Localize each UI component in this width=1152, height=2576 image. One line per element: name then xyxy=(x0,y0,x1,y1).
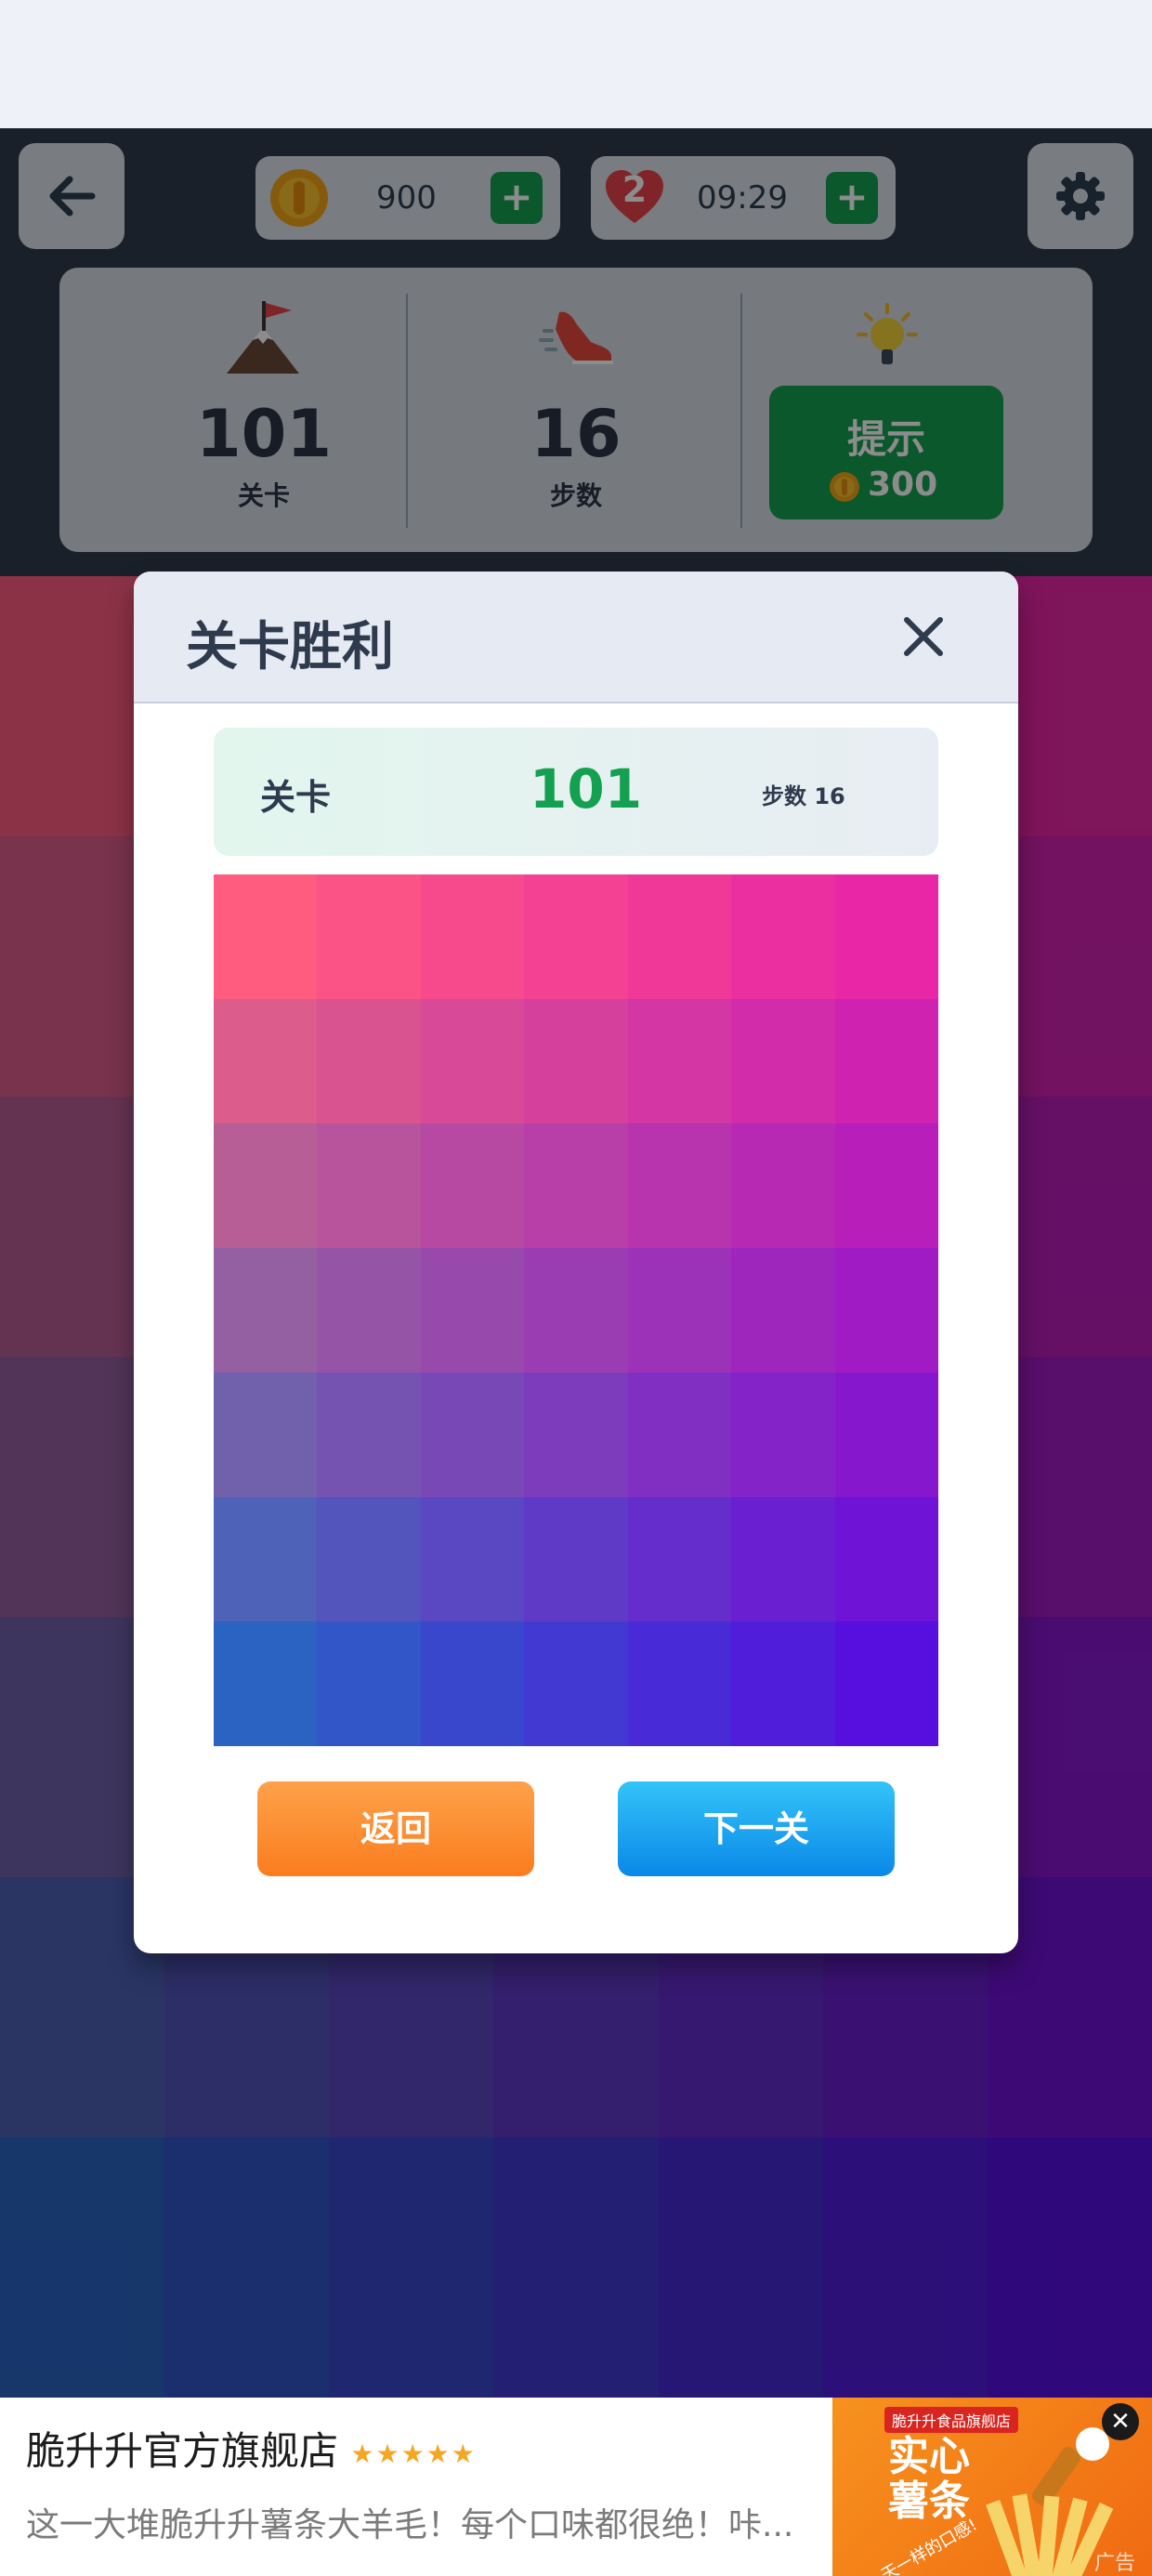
color-tile xyxy=(317,999,421,1124)
color-tile xyxy=(834,1124,938,1248)
rating-stars: ★★★★★ xyxy=(350,2438,477,2469)
color-tile xyxy=(731,1622,835,1746)
color-tile xyxy=(834,999,938,1124)
summary-level-label: 关卡 xyxy=(260,777,332,818)
color-tile xyxy=(731,999,835,1124)
dialog-header: 关卡胜利 xyxy=(134,572,1018,703)
color-tile xyxy=(731,874,835,999)
color-tile xyxy=(317,1622,421,1746)
color-tile xyxy=(731,1497,835,1622)
color-tile xyxy=(420,1622,525,1746)
color-tile xyxy=(731,1373,835,1497)
color-tile xyxy=(731,1124,835,1248)
ad-title: 脆升升官方旗舰店 ★★★★★ xyxy=(26,2428,477,2474)
ad-banner[interactable]: 脆升升官方旗舰店 ★★★★★ 这一大堆脆升升薯条大羊毛！每个口味都很绝！咔...… xyxy=(0,2398,1152,2576)
color-tile xyxy=(420,999,525,1124)
color-tile xyxy=(317,1248,421,1373)
color-tile xyxy=(317,1124,421,1248)
color-tile xyxy=(420,1248,525,1373)
close-icon[interactable] xyxy=(896,609,951,664)
color-tile xyxy=(627,999,732,1124)
level-summary: 关卡 101 步数 16 xyxy=(214,728,938,856)
color-tile xyxy=(524,1373,628,1497)
ad-description: 这一大堆脆升升薯条大羊毛！每个口味都很绝！咔... xyxy=(26,2506,794,2544)
color-tile xyxy=(627,1497,732,1622)
ad-image[interactable]: 脆升升食品旗舰店 实心 薯条 天一样的口感! ✕ 广告 xyxy=(832,2398,1152,2576)
color-tile xyxy=(214,1497,318,1622)
color-tile xyxy=(524,1622,628,1746)
back-to-menu-button[interactable]: 返回 xyxy=(257,1781,534,1876)
color-tile xyxy=(317,1373,421,1497)
color-tile xyxy=(731,1248,835,1373)
color-tile xyxy=(214,1124,318,1248)
color-tile xyxy=(524,1124,628,1248)
color-tile xyxy=(524,999,628,1124)
summary-moves: 步数 16 xyxy=(762,783,845,809)
color-tile xyxy=(214,999,318,1124)
color-tile xyxy=(834,1248,938,1373)
color-tile xyxy=(214,874,318,999)
color-tile xyxy=(420,1373,525,1497)
color-tile xyxy=(834,1497,938,1622)
ad-headline-1: 实心 xyxy=(888,2433,970,2480)
color-tile xyxy=(317,874,421,999)
color-tile xyxy=(420,1124,525,1248)
color-tile xyxy=(214,1373,318,1497)
ad-close-button[interactable]: ✕ xyxy=(1102,2403,1139,2440)
color-tile xyxy=(214,1622,318,1746)
color-tile xyxy=(214,1248,318,1373)
color-tile xyxy=(627,1124,732,1248)
color-tile xyxy=(524,874,628,999)
color-tile xyxy=(524,1248,628,1373)
color-tile xyxy=(834,1622,938,1746)
summary-level-value: 101 xyxy=(530,757,643,821)
color-tile xyxy=(317,1497,421,1622)
ad-label: 广告 xyxy=(1094,2552,1136,2575)
victory-dialog: 关卡胜利 关卡 101 步数 16 返回 下一关 xyxy=(134,572,1018,1953)
color-tile xyxy=(420,874,525,999)
color-tile xyxy=(524,1497,628,1622)
color-tile xyxy=(627,1622,732,1746)
color-tile xyxy=(420,1497,525,1622)
color-tile xyxy=(627,1373,732,1497)
color-tile xyxy=(834,874,938,999)
color-tile xyxy=(834,1373,938,1497)
dialog-title: 关卡胜利 xyxy=(186,617,394,677)
color-tile xyxy=(627,874,732,999)
color-tile xyxy=(627,1248,732,1373)
solved-puzzle-preview xyxy=(214,874,938,1746)
next-level-button[interactable]: 下一关 xyxy=(618,1781,895,1876)
